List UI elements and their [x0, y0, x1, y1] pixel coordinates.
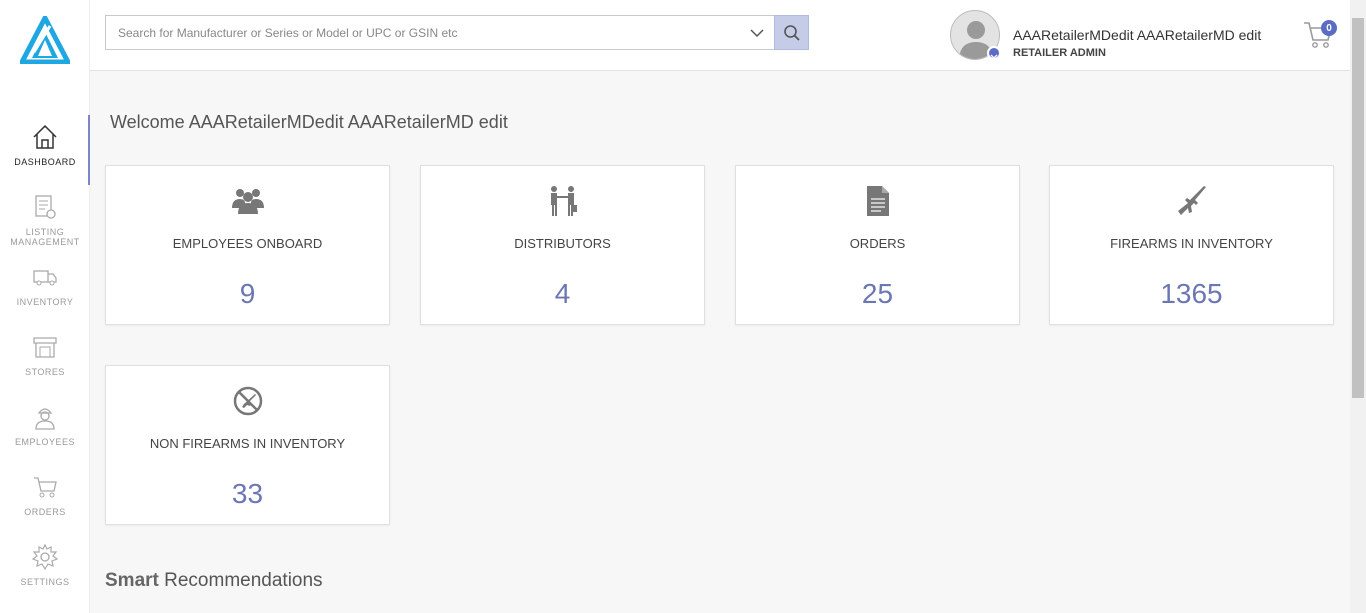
card-title: FIREARMS IN INVENTORY — [1110, 236, 1273, 251]
scrollbar[interactable] — [1350, 0, 1366, 613]
listing-icon — [31, 193, 59, 221]
stat-card-distributors[interactable]: DISTRIBUTORS 4 — [420, 165, 705, 325]
card-value: 25 — [861, 278, 894, 309]
sidebar-item-dashboard[interactable]: DASHBOARD — [0, 115, 90, 185]
chevron-down-icon[interactable] — [748, 24, 766, 42]
sidebar-item-label: INVENTORY — [16, 297, 74, 307]
users-icon — [106, 184, 389, 218]
card-title: DISTRIBUTORS — [514, 236, 611, 251]
user-role: RETAILER ADMIN — [1013, 47, 1106, 59]
sidebar-item-label: LISTING MANAGEMENT — [10, 227, 80, 247]
sidebar-item-label: STORES — [25, 367, 65, 377]
verified-badge-icon — [987, 46, 1001, 60]
rifle-icon — [1050, 184, 1333, 218]
search-input[interactable] — [106, 16, 736, 49]
sidebar-item-stores[interactable]: STORES — [0, 325, 90, 395]
top-header: AAARetailerMDedit AAARetailerMD edit RET… — [90, 0, 1350, 71]
scrollbar-thumb[interactable] — [1352, 18, 1364, 398]
card-value: 33 — [231, 478, 264, 509]
section-title-recommendations: Smart Recommendations — [105, 570, 323, 592]
sidebar-item-listing-management[interactable]: LISTING MANAGEMENT — [0, 185, 90, 255]
stat-card-firearms[interactable]: FIREARMS IN INVENTORY 1365 — [1049, 165, 1334, 325]
document-icon — [736, 184, 1019, 218]
sidebar-item-employees[interactable]: EMPLOYEES — [0, 395, 90, 465]
sidebar-item-label: SETTINGS — [20, 577, 70, 587]
search-box — [105, 15, 775, 50]
employee-icon — [31, 403, 59, 431]
sidebar-item-inventory[interactable]: INVENTORY — [0, 255, 90, 325]
card-value: 1365 — [1160, 278, 1223, 309]
section-title-rest: Recommendations — [158, 570, 323, 591]
search-button[interactable] — [774, 15, 809, 50]
card-title: EMPLOYEES ONBOARD — [172, 236, 323, 251]
cart-icon — [31, 473, 59, 501]
home-icon — [31, 123, 59, 151]
sidebar-item-label: EMPLOYEES — [14, 437, 76, 447]
card-title: ORDERS — [849, 236, 906, 251]
stat-card-orders[interactable]: ORDERS 25 — [735, 165, 1020, 325]
section-title-bold: Smart — [105, 570, 159, 591]
stat-card-employees[interactable]: EMPLOYEES ONBOARD 9 — [105, 165, 390, 325]
handshake-icon — [421, 184, 704, 218]
card-title: NON FIREARMS IN INVENTORY — [149, 436, 346, 451]
sidebar-item-orders[interactable]: ORDERS — [0, 465, 90, 535]
welcome-message: Welcome AAARetailerMDedit AAARetailerMD … — [110, 112, 508, 132]
app-logo[interactable] — [20, 16, 70, 64]
sidebar-item-label: ORDERS — [24, 507, 66, 517]
no-firearm-icon — [106, 384, 389, 418]
search-icon — [783, 24, 800, 41]
card-value: 4 — [554, 278, 571, 309]
sidebar: DASHBOARD LISTING MANAGEMENT INVENTORY S… — [0, 0, 90, 613]
gear-icon — [31, 543, 59, 571]
stat-card-non-firearms[interactable]: NON FIREARMS IN INVENTORY 33 — [105, 365, 390, 525]
truck-icon — [31, 263, 59, 291]
store-icon — [31, 333, 59, 361]
card-value: 9 — [239, 278, 256, 309]
sidebar-item-settings[interactable]: SETTINGS — [0, 535, 90, 605]
user-name[interactable]: AAARetailerMDedit AAARetailerMD edit — [1013, 27, 1261, 43]
sidebar-item-label: DASHBOARD — [14, 157, 76, 167]
cart-count-badge: 0 — [1321, 20, 1337, 36]
